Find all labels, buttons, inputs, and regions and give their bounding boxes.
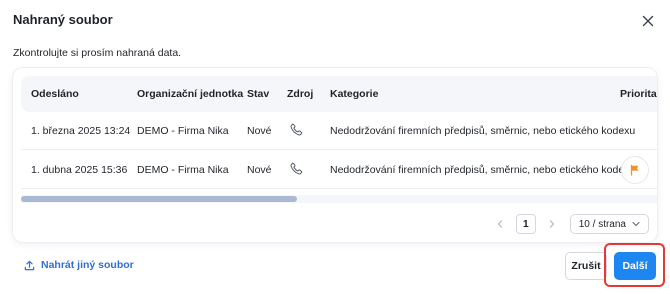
- table-header: Odesláno Organizační jednotka Stav Zdroj…: [21, 76, 657, 112]
- cell-unit: DEMO - Firma Nika: [137, 164, 229, 176]
- cell-sent: 1. března 2025 13:24: [31, 125, 131, 137]
- cell-status: Nové: [247, 164, 272, 176]
- chevron-down-icon: [632, 221, 640, 227]
- column-header-priority: Priorita: [620, 88, 657, 100]
- table-row[interactable]: 1. dubna 2025 15:36 DEMO - Firma Nika No…: [21, 151, 657, 189]
- column-header-unit: Organizační jednotka: [137, 88, 244, 100]
- next-page-button[interactable]: [542, 214, 562, 234]
- next-button[interactable]: Další: [614, 252, 656, 280]
- dialog-title: Nahraný soubor: [13, 12, 113, 27]
- column-header-status: Stav: [247, 88, 270, 100]
- priority-flag-button[interactable]: [621, 156, 649, 184]
- cancel-button[interactable]: Zrušit: [565, 252, 607, 280]
- close-button[interactable]: [639, 12, 657, 30]
- cell-status: Nové: [247, 125, 272, 137]
- cell-priority: -: [620, 125, 624, 137]
- cell-category: Nedodržování firemních předpisů, směrnic…: [330, 164, 636, 176]
- flag-icon: [630, 164, 639, 176]
- prev-page-button[interactable]: [490, 214, 510, 234]
- page-size-value: 10 / strana: [578, 218, 626, 230]
- scrollbar-thumb[interactable]: [21, 196, 297, 202]
- table-row[interactable]: 1. března 2025 13:24 DEMO - Firma Nika N…: [21, 112, 657, 150]
- phone-icon: [288, 161, 306, 179]
- upload-other-file-label: Nahrát jiný soubor: [41, 259, 134, 271]
- upload-icon: [24, 260, 35, 271]
- chevron-left-icon: [497, 220, 502, 228]
- pagination: 1 10 / strana: [490, 214, 649, 234]
- close-icon: [642, 15, 654, 27]
- column-header-category: Kategorie: [330, 88, 379, 100]
- phone-icon: [288, 122, 306, 140]
- upload-review-dialog: Nahraný soubor Zkontrolujte si prosím na…: [0, 0, 670, 294]
- cell-unit: DEMO - Firma Nika: [137, 125, 229, 137]
- upload-other-file-link[interactable]: Nahrát jiný soubor: [24, 259, 134, 271]
- page-size-select[interactable]: 10 / strana: [569, 214, 649, 234]
- data-table-card: Odesláno Organizační jednotka Stav Zdroj…: [13, 68, 657, 242]
- cell-category: Nedodržování firemních předpisů, směrnic…: [330, 125, 636, 137]
- column-header-source: Zdroj: [287, 88, 314, 100]
- horizontal-scrollbar[interactable]: [21, 195, 657, 203]
- cell-sent: 1. dubna 2025 15:36: [31, 164, 128, 176]
- dialog-subtitle: Zkontrolujte si prosím nahraná data.: [13, 47, 182, 59]
- column-header-sent: Odesláno: [31, 88, 79, 100]
- chevron-right-icon: [549, 220, 554, 228]
- dialog-header: Nahraný soubor: [13, 12, 657, 30]
- data-table: Odesláno Organizační jednotka Stav Zdroj…: [21, 76, 657, 204]
- page-number-button[interactable]: 1: [515, 214, 536, 234]
